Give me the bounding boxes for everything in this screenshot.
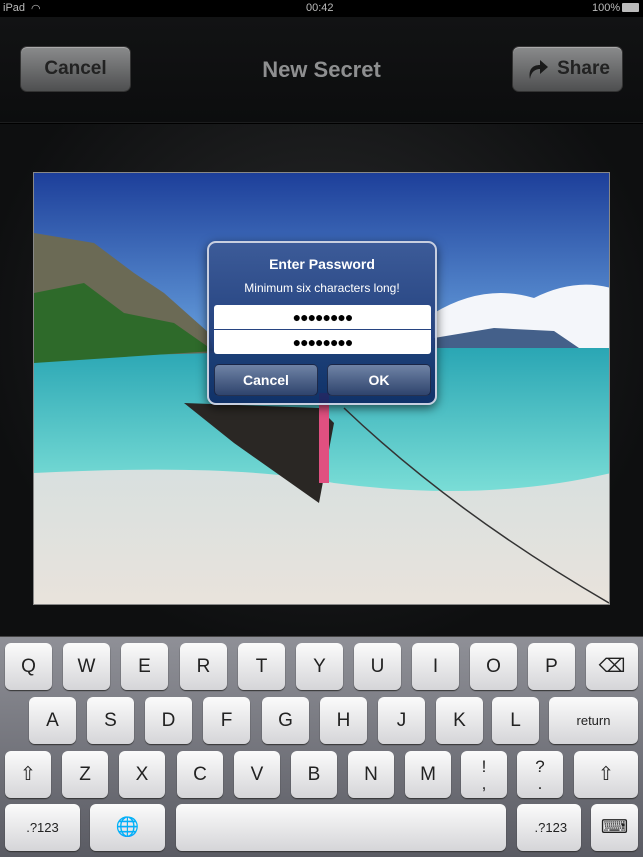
clock: 00:42	[306, 2, 334, 14]
key-l[interactable]: L	[492, 697, 539, 744]
keyboard: Q W E R T Y U I O P ⌫ A S D F G H J K Lreturn ⇧ Z X C V B N M! ,? .…	[0, 636, 643, 857]
key-q[interactable]: Q	[5, 643, 52, 690]
share-label: Share	[557, 58, 610, 79]
key-d[interactable]: D	[145, 697, 192, 744]
confirm-password-field[interactable]: ●●●●●●●●	[214, 330, 431, 354]
key-e[interactable]: E	[121, 643, 168, 690]
share-button[interactable]: Share	[512, 46, 623, 92]
key-w[interactable]: W	[63, 643, 110, 690]
key-n[interactable]: N	[348, 751, 394, 798]
numbers-key[interactable]: .?123	[517, 804, 581, 851]
battery-icon	[622, 3, 639, 12]
wifi-icon: ◠	[31, 3, 41, 15]
battery-percent: 100%	[592, 2, 621, 14]
return-key[interactable]: return	[549, 697, 638, 744]
hide-keyboard-key[interactable]: ⌨	[591, 804, 638, 851]
key-p[interactable]: P	[528, 643, 575, 690]
key-f[interactable]: F	[203, 697, 250, 744]
space-key[interactable]	[176, 804, 506, 851]
password-field[interactable]: ●●●●●●●●	[214, 305, 431, 329]
key-r[interactable]: R	[180, 643, 227, 690]
backspace-key[interactable]: ⌫	[586, 643, 638, 690]
alert-message: Minimum six characters long!	[244, 281, 400, 295]
navigation-bar: Cancel New Secret Share	[0, 17, 643, 123]
alert-ok-button[interactable]: OK	[327, 364, 431, 396]
key-u[interactable]: U	[354, 643, 401, 690]
device-name: iPad	[3, 2, 26, 14]
key-k[interactable]: K	[436, 697, 483, 744]
key-x[interactable]: X	[119, 751, 165, 798]
key-!,[interactable]: ! ,	[461, 751, 507, 798]
key-a[interactable]: A	[29, 697, 76, 744]
key-?.[interactable]: ? .	[517, 751, 563, 798]
key-v[interactable]: V	[234, 751, 280, 798]
key-b[interactable]: B	[291, 751, 337, 798]
key-i[interactable]: I	[412, 643, 459, 690]
password-alert: Enter Password Minimum six characters lo…	[207, 241, 437, 405]
key-z[interactable]: Z	[62, 751, 108, 798]
alert-title: Enter Password	[269, 256, 375, 272]
status-bar: iPad ◠ 00:42 100%	[0, 0, 643, 17]
key-s[interactable]: S	[87, 697, 134, 744]
key-y[interactable]: Y	[296, 643, 343, 690]
shift-key[interactable]: ⇧	[574, 751, 638, 798]
key-o[interactable]: O	[470, 643, 517, 690]
share-arrow-icon	[529, 60, 549, 79]
key-m[interactable]: M	[405, 751, 451, 798]
shift-key[interactable]: ⇧	[5, 751, 51, 798]
numbers-key[interactable]: .?123	[5, 804, 80, 851]
alert-cancel-button[interactable]: Cancel	[214, 364, 318, 396]
key-g[interactable]: G	[262, 697, 309, 744]
globe-key[interactable]: 🌐	[90, 804, 165, 851]
key-h[interactable]: H	[320, 697, 367, 744]
key-t[interactable]: T	[238, 643, 285, 690]
key-j[interactable]: J	[378, 697, 425, 744]
key-c[interactable]: C	[177, 751, 223, 798]
